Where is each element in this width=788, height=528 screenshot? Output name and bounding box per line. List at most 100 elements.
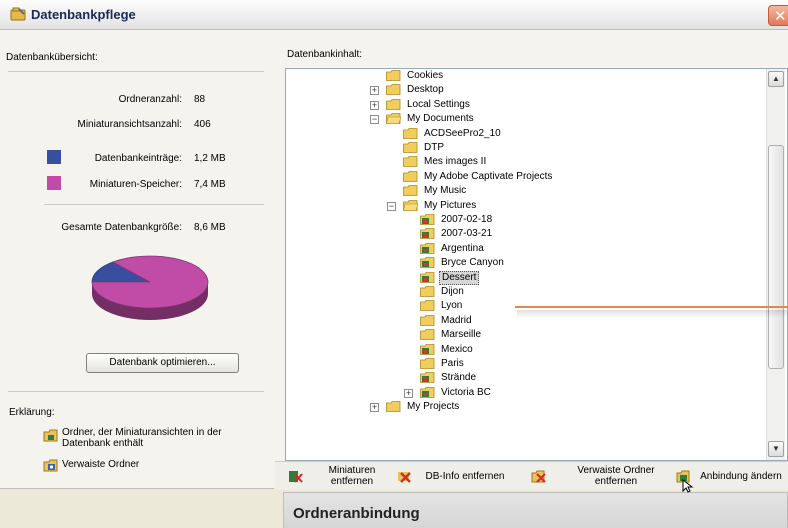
folder-icon [420, 314, 435, 326]
folder-db-icon [420, 228, 435, 240]
folder-icon [386, 84, 401, 96]
folder-icon [386, 70, 401, 81]
tree-item-label: Dijon [441, 286, 464, 297]
remove-dbinfo-icon [398, 472, 411, 483]
remove-orphans-label: Verwaiste Ordner entfernen [577, 465, 655, 487]
tree-item-label: My Music [424, 185, 467, 197]
tree-item-label: Cookies [407, 70, 444, 81]
folder-binding-panel: Ordneranbindung [283, 492, 788, 528]
divider [0, 488, 274, 489]
db-entries-value: 1,2 MB [194, 153, 226, 164]
change-binding-label: Anbindung ändern [700, 471, 782, 482]
callout-line [515, 306, 788, 308]
folder-icon [403, 170, 418, 182]
tree-item-label: Mes images II [424, 156, 487, 168]
remove-dbinfo-label: DB-Info entfernen [425, 471, 505, 482]
scroll-thumb[interactable] [768, 145, 784, 369]
thumb-storage-swatch [47, 176, 61, 190]
remove-thumbnails-label: Miniaturen entfernen [328, 465, 376, 487]
expand-icon[interactable]: + [370, 100, 379, 110]
expand-icon[interactable]: + [404, 388, 413, 398]
db-entries-label: Datenbankeinträge: [94, 153, 182, 164]
total-size-label: Gesamte Datenbankgröße: [61, 222, 182, 233]
folder-db-icon [420, 343, 435, 355]
remove-orphans-icon [531, 470, 546, 483]
tree-item-label: 2007-02-18 [441, 214, 493, 225]
tree-item-label: Victoria BC [441, 386, 491, 398]
tree-item-label: Paris [441, 358, 464, 369]
tree-item-label: Dessert [439, 270, 480, 285]
folder-open-icon [386, 113, 401, 125]
close-icon: ✕ [774, 8, 787, 25]
thumb-count-value: 406 [194, 119, 211, 130]
tree-item-label: Mexico [441, 343, 473, 355]
database-folder-tree[interactable] [285, 68, 788, 461]
thumb-storage-value: 7,4 MB [194, 179, 226, 190]
legend-item-thumbnail-folder: Ordner, der Miniaturansichten in der Dat… [62, 427, 222, 449]
tree-item-label: 2007-03-21 [441, 228, 493, 240]
expand-icon[interactable]: + [370, 403, 379, 413]
remove-thumbnails-button[interactable]: Miniaturen entfernen [288, 465, 388, 489]
db-size-pie-chart [91, 255, 209, 320]
folder-icon [403, 127, 418, 139]
divider [8, 391, 264, 392]
scroll-up-button[interactable]: ▲ [768, 71, 784, 87]
arrow-up-icon: ▲ [772, 74, 780, 83]
legend-heading: Erklärung: [9, 407, 55, 418]
close-button[interactable]: ✕ [768, 5, 788, 26]
orphaned-folder-icon [43, 459, 58, 472]
action-toolbar: Miniaturen entfernen DB-Info entfernen V… [275, 461, 788, 490]
total-size-value: 8,6 MB [194, 222, 226, 233]
tree-item-label: Local Settings [407, 98, 470, 110]
folder-icon [403, 142, 418, 153]
tree-item-label: ACDSeePro2_10 [424, 127, 501, 139]
tree-item-label: DTP [424, 142, 444, 153]
optimize-database-button[interactable]: Datenbank optimieren... [86, 353, 239, 373]
collapse-icon[interactable]: − [370, 115, 379, 125]
folder-db-icon [420, 242, 435, 254]
folder-db-icon [420, 386, 435, 398]
folder-db-icon [420, 372, 435, 384]
tree-scrollbar[interactable]: ▲ ▼ [766, 69, 785, 460]
callout-shadow [517, 310, 787, 318]
remove-thumbnails-icon [289, 471, 303, 483]
folder-icon [386, 98, 401, 110]
folder-count-label: Ordneranzahl: [118, 94, 182, 105]
folder-icon [420, 358, 435, 369]
divider [8, 71, 264, 72]
tree-item-label: Strände [441, 372, 477, 384]
arrow-down-icon: ▼ [772, 444, 780, 453]
folder-icon [403, 185, 418, 197]
tree-item-label: Bryce Canyon [441, 257, 504, 269]
collapse-icon[interactable]: − [387, 201, 396, 211]
window-title: Datenbankpflege [31, 7, 136, 22]
folder-count-value: 88 [194, 94, 206, 105]
folder-db-icon [420, 257, 435, 269]
database-maintenance-icon [10, 7, 26, 21]
mouse-cursor-icon [682, 479, 694, 493]
tree-item-label: Marseille [441, 329, 482, 341]
tree-item-label: My Documents [407, 113, 474, 125]
tree-item-label: My Adobe Captivate Projects [424, 170, 553, 182]
tree-item-label: Lyon [441, 300, 463, 312]
tree-item-label: My Projects [407, 401, 460, 413]
remove-dbinfo-button[interactable]: DB-Info entfernen [397, 465, 513, 489]
folder-open-icon [403, 199, 418, 211]
folder-with-thumbnails-icon [43, 429, 58, 442]
folder-icon [420, 300, 435, 312]
folder-db-icon [420, 214, 435, 225]
overview-heading: Datenbankübersicht: [6, 52, 98, 63]
tree-item-label: Madrid [441, 314, 472, 326]
content-heading: Datenbankinhalt: [287, 49, 363, 60]
expand-icon[interactable]: + [370, 86, 379, 96]
legend-item-orphaned-folder: Verwaiste Ordner [62, 459, 140, 470]
tree-item-label: Argentina [441, 242, 484, 254]
scroll-down-button[interactable]: ▼ [768, 441, 784, 457]
remove-orphans-button[interactable]: Verwaiste Ordner entfernen [531, 465, 671, 489]
tree-item-label: My Pictures [424, 199, 477, 211]
db-entries-swatch [47, 150, 61, 164]
folder-icon [386, 401, 401, 413]
tree-item-label: Desktop [407, 84, 444, 96]
folder-icon [403, 156, 418, 168]
divider [44, 204, 264, 205]
